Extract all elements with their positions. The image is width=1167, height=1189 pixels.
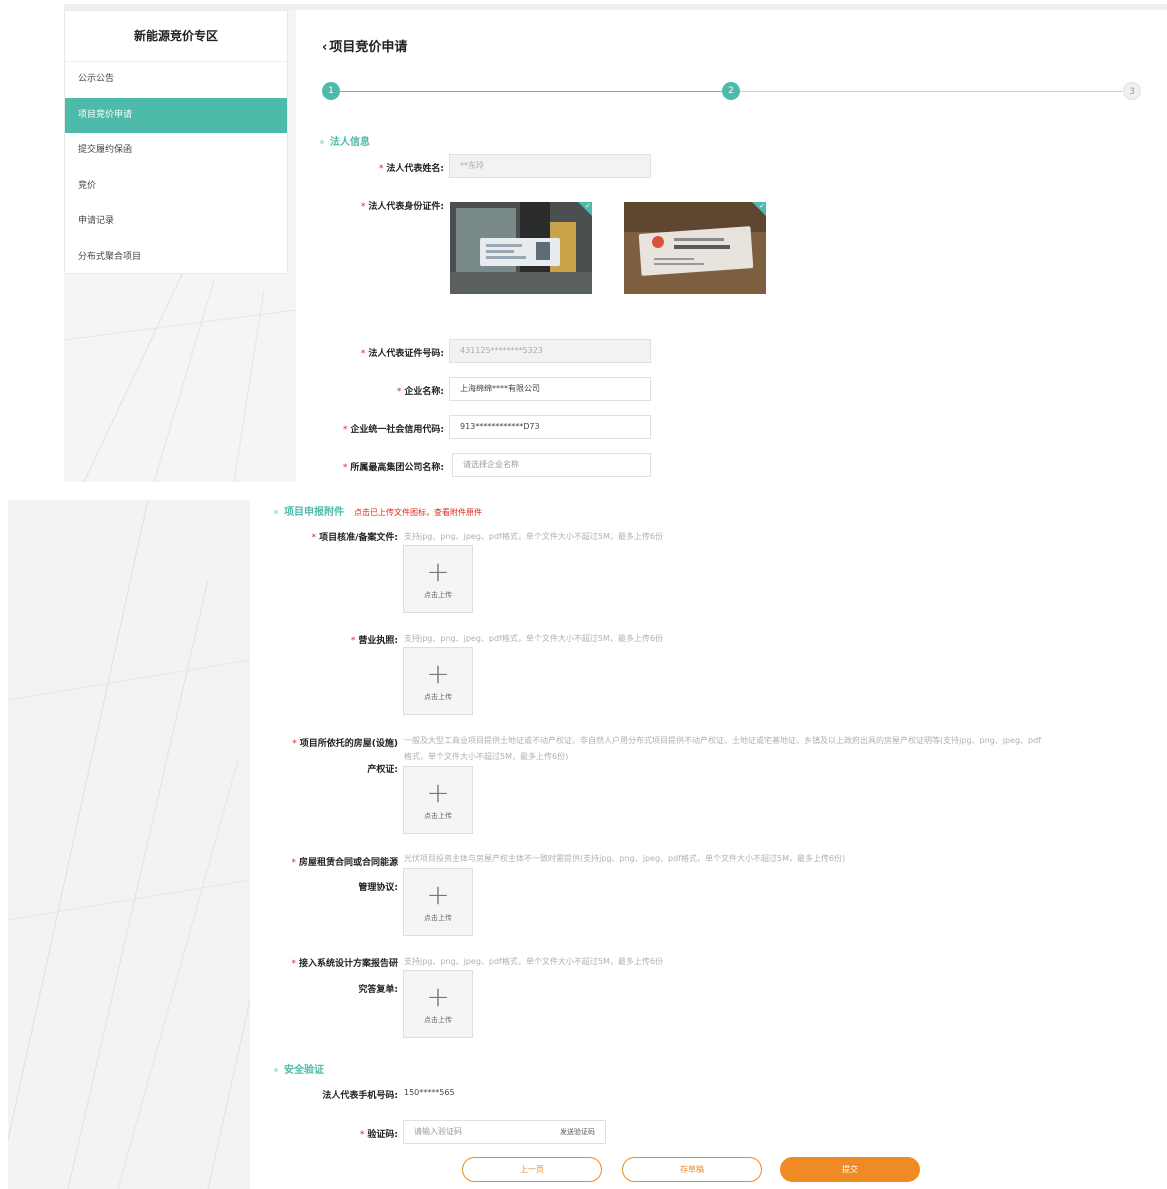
sidebar-item-performance-guarantee[interactable]: 提交履约保函 [65,133,287,169]
sidebar-item-announcements[interactable]: 公示公告 [65,62,287,98]
business-license-hint: 支持jpg、png、jpeg、pdf格式，单个文件大小不超过5M，最多上传6份 [404,634,663,643]
grid-access-upload[interactable]: + 点击上传 [403,970,473,1038]
plus-icon: + [426,776,450,809]
id-card-photo-back[interactable]: ✓ [624,202,766,294]
legal-name-label: * 法人代表姓名: [378,164,444,174]
id-card-photo-front[interactable]: ✓ [450,202,592,294]
section-dot-icon [274,510,278,514]
business-license-label: * 营业执照: [350,636,398,646]
section-dot-icon [320,140,324,144]
group-company-label: * 所属最高集团公司名称: [342,463,444,473]
chevron-left-icon[interactable]: ‹ [322,40,327,55]
lease-contract-label: * 房屋租赁合同或合同能源 [291,858,398,868]
group-company-select[interactable]: 请选择企业名称 [452,453,651,477]
plus-icon: + [426,878,450,911]
sidebar: 新能源竞价专区 公示公告 项目竞价申请 提交履约保函 竞价 申请记录 分布式聚合… [64,10,288,274]
grid-access-label: * 接入系统设计方案报告研 [291,959,398,969]
plus-icon: + [426,657,450,690]
section-legal-title: 法人信息 [330,137,370,148]
section-legal-info: 法人信息 [320,133,370,148]
sidebar-item-distributed-projects[interactable]: 分布式聚合项目 [65,240,287,276]
property-cert-hint-2: 格式，单个文件大小不超过5M，最多上传6份) [404,752,569,761]
grid-access-hint: 支持jpg、png、jpeg、pdf格式，单个文件大小不超过5M，最多上传6份 [404,957,663,966]
property-cert-upload[interactable]: + 点击上传 [403,766,473,834]
verify-code-box: 请输入验证码 发送验证码 [403,1120,606,1144]
approval-doc-label: * 项目核准/备案文件: [311,533,398,543]
step-progress: 1 2 3 [322,82,1142,102]
section-security-title: 安全验证 [284,1065,324,1076]
page-title-text: 项目竞价申请 [329,40,408,55]
submit-button[interactable]: 提交 [780,1157,920,1182]
plus-icon: + [426,555,450,588]
property-cert-label: * 项目所依托的房屋(设施) [292,739,398,749]
legal-id-card-label: * 法人代表身份证件: [360,202,444,212]
approval-doc-hint: 支持jpg、png、jpeg、pdf格式，单个文件大小不超过5M，最多上传6份 [404,532,663,541]
company-name-label: * 企业名称: [396,387,444,397]
approval-doc-upload[interactable]: + 点击上传 [403,545,473,613]
background-image-bottom [8,500,250,1189]
lease-contract-upload[interactable]: + 点击上传 [403,868,473,936]
step-3: 3 [1123,82,1141,100]
save-draft-button[interactable]: 存草稿 [622,1157,762,1182]
business-license-upload[interactable]: + 点击上传 [403,647,473,715]
credit-code-label: * 企业统一社会信用代码: [342,425,444,435]
sidebar-item-bidding[interactable]: 竞价 [65,169,287,205]
section-security: 安全验证 [274,1061,324,1076]
send-code-button[interactable]: 发送验证码 [560,1121,595,1143]
step-line-1 [340,91,722,92]
grid-access-label-2: 究答复单: [358,985,398,995]
verify-code-label: * 验证码: [359,1130,398,1140]
verify-code-input[interactable]: 请输入验证码 [414,1121,462,1143]
legal-id-number-field[interactable]: 431125********5323 [449,339,651,363]
prev-page-button[interactable]: 上一页 [462,1157,602,1182]
attachments-note: 点击已上传文件图标，查看附件原件 [354,508,482,517]
section-attachments: 项目申报附件 点击已上传文件图标，查看附件原件 [274,503,482,518]
property-cert-label-2: 产权证: [367,765,398,775]
step-2: 2 [722,82,740,100]
legal-id-number-label: * 法人代表证件号码: [360,349,444,359]
check-icon: ✓ [585,202,591,210]
section-attachments-title: 项目申报附件 [284,507,344,518]
section-dot-icon [274,1068,278,1072]
company-name-field[interactable]: 上海绵绵****有限公司 [449,377,651,401]
check-icon: ✓ [759,202,765,210]
plus-icon: + [426,980,450,1013]
step-line-2 [740,91,1122,92]
page-title: ‹ 项目竞价申请 [322,36,407,55]
sidebar-item-bid-application[interactable]: 项目竞价申请 [65,97,287,133]
lease-contract-hint: 光伏项目投资主体与房屋产权主体不一致时需提供(支持jpg、png、jpeg、pd… [404,854,846,863]
credit-code-field[interactable]: 913************D73 [449,415,651,439]
phone-label: 法人代表手机号码: [322,1091,398,1101]
lease-contract-label-2: 管理协议: [358,883,398,893]
sidebar-item-application-records[interactable]: 申请记录 [65,204,287,240]
phone-value: 150*****565 [404,1088,455,1097]
step-1: 1 [322,82,340,100]
property-cert-hint: 一般及大型工商业项目提供土地证或不动产权证，非自然人户用分布式项目提供不动产权证… [404,736,1041,745]
sidebar-title: 新能源竞价专区 [65,11,287,62]
legal-name-field[interactable]: **东玲 [449,154,651,178]
